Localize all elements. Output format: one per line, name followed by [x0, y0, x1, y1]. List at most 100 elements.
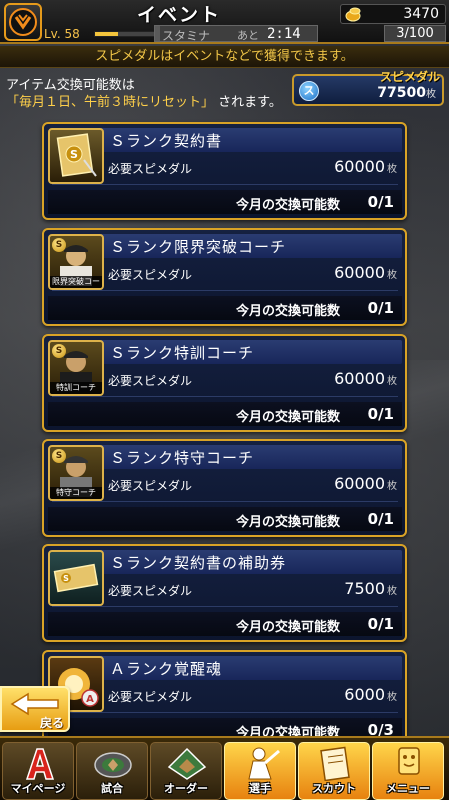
- divider: [52, 501, 398, 502]
- page-title-bar: イベント: [44, 2, 314, 26]
- nav-label: スカウト: [312, 782, 356, 795]
- coin-bag-icon: [345, 7, 361, 22]
- limit-band: 今月の交換可能数 0/1: [48, 612, 402, 636]
- svg-text:A: A: [86, 694, 94, 705]
- required-medal-label: 必要スピメダル: [108, 690, 193, 704]
- divider: [52, 712, 398, 713]
- back-label: 戻る: [40, 716, 65, 730]
- reset-info-highlight: 「毎月１日、午前３時にリセット」: [6, 95, 215, 110]
- card-title-band: Ｓランク契約書: [100, 128, 402, 152]
- team-emblem-icon[interactable]: [4, 3, 42, 41]
- player-icon: [248, 747, 280, 780]
- thumb-caption: 特訓コーチ: [50, 382, 102, 394]
- nav-label: メニュー: [386, 782, 430, 795]
- cost-number: 60000: [334, 369, 385, 388]
- monthly-limit-label: 今月の交換可能数: [235, 304, 340, 319]
- exchange-item-card[interactable]: Ｓランク特守コーチ S 特守コーチ 必要スピメダル 60000 枚 今月の交換可能…: [42, 439, 407, 537]
- medal-balance-title: スピメダル: [379, 70, 440, 84]
- cost-unit: 枚: [387, 586, 397, 597]
- monthly-limit-value: 0/1: [367, 193, 394, 211]
- stamina-after-label: あと: [237, 29, 259, 42]
- page-title: イベント: [136, 3, 221, 26]
- ticket-icon: S: [48, 550, 104, 606]
- notice-strip: スピメダルはイベントなどで獲得できます。: [0, 46, 449, 68]
- mypage-icon: [25, 748, 55, 780]
- divider: [52, 396, 398, 397]
- monthly-limit-value: 0/1: [367, 299, 394, 317]
- nav-item-mypage[interactable]: マイページ: [2, 742, 74, 800]
- card-title-band: Ｓランク特訓コーチ: [100, 340, 402, 364]
- monthly-limit-label: 今月の交換可能数: [235, 620, 340, 635]
- coach-portrait-icon: S 限界突破コーチ: [48, 234, 104, 290]
- stamina-count: 3/100: [384, 25, 446, 42]
- nav-item-order[interactable]: オーダー: [150, 742, 222, 800]
- item-title: Ａランク覚醒魂: [110, 660, 223, 678]
- exchange-item-card[interactable]: Ｓランク契約書の補助券 S 必要スピメダル 7500 枚 今月の交換可能数 0/1: [42, 544, 407, 642]
- nav-item-scout[interactable]: スカウト: [298, 742, 370, 800]
- level-text: Lv. 58: [44, 26, 80, 41]
- cost-number: 6000: [344, 685, 385, 704]
- cost-number: 60000: [334, 263, 385, 282]
- medal-balance-number: 77500: [377, 85, 426, 101]
- limit-band: 今月の交換可能数 0/1: [48, 507, 402, 531]
- limit-band: 今月の交換可能数 0/1: [48, 402, 402, 426]
- divider: [52, 290, 398, 291]
- card-title-band: Ｓランク契約書の補助券: [100, 550, 402, 574]
- required-medal-label: 必要スピメダル: [108, 268, 193, 282]
- nav-item-menu[interactable]: メニュー: [372, 742, 444, 800]
- monthly-limit-value: 0/1: [367, 405, 394, 423]
- back-arrow-icon: [10, 692, 59, 716]
- exp-bar-fill: [95, 31, 118, 36]
- nav-label: オーダー: [164, 782, 208, 795]
- monthly-limit-label: 今月の交換可能数: [235, 515, 340, 530]
- item-title: Ｓランク限界突破コーチ: [110, 238, 287, 256]
- cost-number: 60000: [334, 157, 385, 176]
- cost-number: 7500: [344, 579, 385, 598]
- limit-band: 今月の交換可能数 0/1: [48, 190, 402, 214]
- exchange-item-card[interactable]: Ｓランク契約書 S 必要スピメダル 60000 枚 今月の交換可能数 0/1: [42, 122, 407, 220]
- monthly-limit-value: 0/1: [367, 615, 394, 633]
- field-icon: [167, 747, 207, 780]
- monthly-limit-label: 今月の交換可能数: [235, 198, 340, 213]
- card-title-band: Ｓランク限界突破コーチ: [100, 234, 402, 258]
- exchange-item-card[interactable]: Ｓランク特訓コーチ S 特訓コーチ 必要スピメダル 60000 枚 今月の交換可能…: [42, 334, 407, 432]
- required-medal-label: 必要スピメダル: [108, 162, 193, 176]
- medal-balance-unit: 枚: [426, 89, 436, 100]
- nav-item-players[interactable]: 選手: [224, 742, 296, 800]
- menu-icon: [398, 747, 420, 775]
- required-medal-value: 7500 枚: [344, 579, 397, 598]
- s-rank-badge-icon: S: [52, 344, 66, 358]
- cost-unit: 枚: [387, 481, 397, 492]
- coin-counter[interactable]: 3470: [340, 4, 446, 24]
- card-title-band: Ｓランク特守コーチ: [100, 445, 402, 469]
- bottom-nav: マイページ 試合 オーダー 選手 スカウト メニュー: [0, 736, 449, 800]
- s-rank-badge-icon: S: [52, 238, 66, 252]
- s-rank-badge-icon: S: [52, 449, 66, 463]
- cost-unit: 枚: [387, 270, 397, 281]
- cost-unit: 枚: [387, 376, 397, 387]
- back-button[interactable]: 戻る: [0, 686, 70, 732]
- card-title-band: Ａランク覚醒魂: [100, 656, 402, 680]
- contract-document-icon: S: [48, 128, 104, 184]
- nav-item-game[interactable]: 試合: [76, 742, 148, 800]
- exchange-item-card[interactable]: Ａランク覚醒魂 A 必要スピメダル 6000 枚 今月の交換可能数 0/3: [42, 650, 407, 748]
- stamina-timer: 2:14: [267, 26, 301, 42]
- stamina-bar-fill: [155, 26, 160, 41]
- stamina-label: スタミナ: [162, 29, 211, 43]
- medal-balance-value: 77500枚: [377, 85, 436, 101]
- exchange-item-card[interactable]: Ｓランク限界突破コーチ S 限界突破コーチ 必要スピメダル 60000枚 今月の…: [42, 228, 407, 326]
- cost-unit: 枚: [387, 692, 397, 703]
- header-bar: イベント Lv. 58 スタミナ あと 2:14 3/100 3470: [0, 0, 449, 44]
- stamina-bar: スタミナ あと 2:14: [154, 25, 318, 43]
- required-medal-value: 60000 枚: [334, 263, 397, 282]
- divider: [52, 184, 398, 185]
- monthly-limit-value: 0/1: [367, 510, 394, 528]
- scout-icon: [320, 746, 350, 781]
- stadium-icon: [94, 752, 132, 778]
- required-medal-value: 6000 枚: [344, 685, 397, 704]
- required-medal-value: 60000 枚: [334, 369, 397, 388]
- divider: [52, 606, 398, 607]
- required-medal-value: 60000 枚: [334, 157, 397, 176]
- nav-label: 試合: [101, 782, 123, 795]
- item-title: Ｓランク特守コーチ: [110, 449, 255, 467]
